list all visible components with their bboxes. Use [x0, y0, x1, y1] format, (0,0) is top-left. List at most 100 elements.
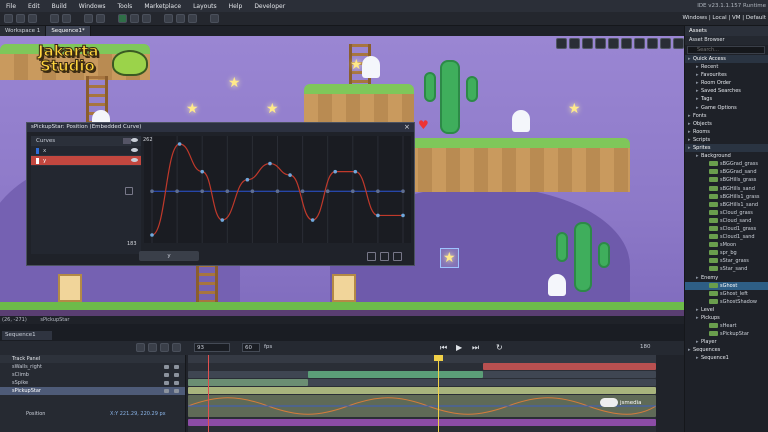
track-clip[interactable]: [188, 419, 656, 426]
debug-icon[interactable]: [130, 14, 139, 23]
visibility-icon[interactable]: [174, 381, 179, 385]
asset-item[interactable]: ▸ Quick Access: [685, 55, 768, 64]
fit-icon[interactable]: [608, 38, 619, 49]
asset-item[interactable]: ▸ Game Options: [685, 104, 768, 112]
ghost-enemy[interactable]: [512, 110, 530, 132]
zoom-in-icon[interactable]: [164, 14, 173, 23]
asset-item[interactable]: sBGHills1_sand: [685, 201, 768, 209]
asset-item[interactable]: sStar_grass: [685, 257, 768, 265]
keyframe-icon[interactable]: [160, 343, 169, 352]
ghost-enemy[interactable]: [362, 56, 380, 78]
tab-sequence[interactable]: Sequence1*: [46, 26, 91, 36]
asset-item[interactable]: ▸ Pickups: [685, 314, 768, 322]
lock-icon[interactable]: [164, 373, 169, 377]
frame-field[interactable]: 93: [194, 343, 230, 352]
snap-icon[interactable]: [634, 38, 645, 49]
position-value[interactable]: X:Y 221.29, 220.29 px: [110, 403, 166, 425]
undo-icon[interactable]: [50, 14, 59, 23]
track-row[interactable]: Position X:Y 221.29, 220.29 px: [0, 403, 185, 425]
paint-tool-icon[interactable]: [660, 38, 671, 49]
stop-icon[interactable]: [142, 14, 151, 23]
asset-item[interactable]: sGhost: [685, 281, 768, 290]
track-row[interactable]: sSpike: [0, 379, 185, 387]
asset-item[interactable]: sCloud_sand: [685, 217, 768, 225]
build-icon[interactable]: [84, 14, 93, 23]
menu-layouts[interactable]: Layouts: [187, 3, 223, 10]
track-clip-selected[interactable]: [188, 387, 656, 394]
asset-item[interactable]: sMoon: [685, 241, 768, 249]
start-marker[interactable]: [208, 355, 209, 432]
new-project-icon[interactable]: [4, 14, 13, 23]
tab-sequence1[interactable]: Sequence1: [2, 331, 52, 340]
zoom-in-icon[interactable]: [569, 38, 580, 49]
asset-item[interactable]: ▸ Objects: [685, 120, 768, 128]
asset-item[interactable]: sCloud_grass: [685, 209, 768, 217]
asset-item[interactable]: ▸ Rooms: [685, 128, 768, 136]
asset-item[interactable]: ▸ Enemy: [685, 274, 768, 282]
visibility-icon[interactable]: [174, 389, 179, 393]
zoom-out-icon[interactable]: [367, 252, 376, 261]
selected-star-instance[interactable]: ★: [440, 248, 459, 268]
menu-developer[interactable]: Developer: [248, 3, 291, 10]
zoom-reset-icon[interactable]: [595, 38, 606, 49]
visibility-icon[interactable]: [174, 373, 179, 377]
open-project-icon[interactable]: [16, 14, 25, 23]
goto-end-icon[interactable]: ⏭: [472, 343, 479, 352]
channel-x[interactable]: x: [31, 146, 141, 156]
menu-marketplace[interactable]: Marketplace: [138, 3, 187, 10]
lock-icon[interactable]: [164, 365, 169, 369]
visibility-icon[interactable]: [174, 365, 179, 369]
fit-icon[interactable]: [393, 252, 402, 261]
curve-editor-window[interactable]: sPickupStar: Position (Embedded Curve) ×…: [26, 122, 415, 266]
zoom-in-icon[interactable]: [380, 252, 389, 261]
asset-item[interactable]: ▸ Recent: [685, 63, 768, 71]
move-icon[interactable]: [148, 343, 157, 352]
asset-item[interactable]: sBGHills1_grass: [685, 193, 768, 201]
track-clip[interactable]: [483, 363, 656, 370]
center-icon[interactable]: [621, 38, 632, 49]
asset-item[interactable]: ▸ Tags: [685, 95, 768, 103]
record-icon[interactable]: [172, 343, 181, 352]
asset-item[interactable]: ▸ Fonts: [685, 112, 768, 120]
asset-item[interactable]: ▸ Saved Searches: [685, 87, 768, 95]
asset-item[interactable]: ▸ Sequences: [685, 346, 768, 354]
asset-item[interactable]: sCloud1_grass: [685, 225, 768, 233]
goto-start-icon[interactable]: ⏮: [440, 343, 447, 352]
asset-item[interactable]: ▸ Player: [685, 338, 768, 346]
menu-edit[interactable]: Edit: [22, 3, 46, 10]
curve-list-toggle-icon[interactable]: [123, 138, 131, 144]
asset-item[interactable]: sGhost_left: [685, 290, 768, 298]
ghost-enemy[interactable]: [548, 274, 566, 296]
fullscreen-icon[interactable]: [210, 14, 219, 23]
asset-item[interactable]: sBGHills_grass: [685, 176, 768, 184]
menu-help[interactable]: Help: [223, 3, 249, 10]
menu-file[interactable]: File: [0, 3, 22, 10]
zoom-reset-icon[interactable]: [188, 14, 197, 23]
heart-pickup[interactable]: ♥: [418, 118, 429, 132]
fit-view-icon[interactable]: [125, 187, 133, 195]
play-icon[interactable]: ▶: [456, 343, 462, 352]
asset-item[interactable]: sStar_sand: [685, 265, 768, 273]
curve-graph[interactable]: [144, 136, 411, 243]
asset-item[interactable]: spr_bg: [685, 249, 768, 257]
menu-windows[interactable]: Windows: [73, 3, 112, 10]
asset-item[interactable]: ▸ Favourites: [685, 71, 768, 79]
star-pickup[interactable]: ★: [228, 76, 241, 90]
tab-assets[interactable]: Assets: [685, 26, 768, 36]
save-icon[interactable]: [28, 14, 37, 23]
asset-item[interactable]: ▸ Background: [685, 152, 768, 160]
asset-item[interactable]: sCloud1_sand: [685, 233, 768, 241]
zoom-out-icon[interactable]: [176, 14, 185, 23]
asset-item[interactable]: ▸ Sprites: [685, 144, 768, 153]
star-pickup[interactable]: ★: [186, 102, 199, 116]
playhead-handle[interactable]: [434, 355, 443, 361]
asset-item[interactable]: sGhostShadow: [685, 298, 768, 306]
origin-icon[interactable]: [136, 343, 145, 352]
track-clip[interactable]: [308, 371, 483, 378]
asset-item[interactable]: ▸ Room Order: [685, 79, 768, 87]
grid-icon[interactable]: [556, 38, 567, 49]
star-pickup[interactable]: ★: [568, 102, 581, 116]
asset-item[interactable]: sBGGrad_sand: [685, 168, 768, 176]
track-clip[interactable]: [188, 379, 308, 386]
timeline[interactable]: [188, 355, 656, 432]
